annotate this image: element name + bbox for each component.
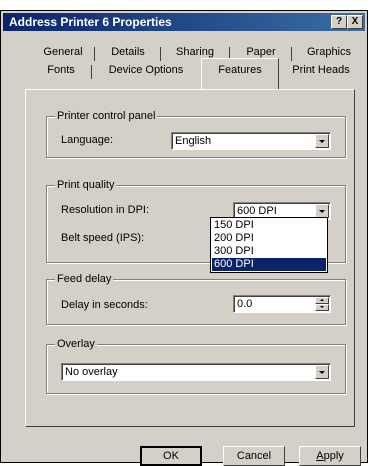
delay-label: Delay in seconds:	[61, 299, 148, 311]
spin-down-icon[interactable]	[315, 304, 329, 311]
cancel-button[interactable]: Cancel	[223, 446, 285, 466]
feed-delay-group: Feed delay Delay in seconds: 0.0	[46, 273, 346, 325]
language-select[interactable]: English	[171, 132, 331, 150]
dropdown-arrow-icon[interactable]	[315, 365, 329, 379]
close-button[interactable]: X	[347, 15, 363, 29]
tab-details[interactable]: Details	[105, 44, 151, 62]
group-legend: Feed delay	[55, 273, 114, 285]
tab-separator	[160, 47, 161, 61]
overlay-select[interactable]: No overlay	[61, 363, 331, 381]
group-legend: Print quality	[55, 179, 117, 191]
resolution-dropdown-list: 150 DPI 200 DPI 300 DPI 600 DPI	[210, 217, 328, 273]
dropdown-option[interactable]: 150 DPI	[212, 219, 326, 232]
title-bar[interactable]: Address Printer 6 Properties ? X	[3, 13, 365, 31]
tab-general[interactable]: General	[39, 44, 87, 62]
group-legend: Overlay	[55, 338, 97, 350]
apply-button[interactable]: Apply	[299, 446, 361, 466]
language-label: Language:	[61, 134, 113, 146]
tab-graphics[interactable]: Graphics	[301, 44, 357, 62]
properties-dialog: Address Printer 6 Properties ? X General…	[0, 10, 368, 466]
tab-fonts[interactable]: Fonts	[39, 62, 83, 80]
spinner-buttons[interactable]	[315, 297, 329, 311]
printer-control-panel-group: Printer control panel Language: English	[46, 110, 346, 158]
language-value: English	[175, 135, 212, 147]
overlay-group: Overlay No overlay	[46, 338, 346, 394]
dropdown-option[interactable]: 200 DPI	[212, 232, 326, 245]
window-title: Address Printer 6 Properties	[9, 15, 172, 29]
tab-device-options[interactable]: Device Options	[101, 62, 191, 80]
resolution-label: Resolution in DPI:	[61, 204, 150, 216]
dropdown-arrow-icon[interactable]	[315, 204, 329, 218]
tab-separator	[291, 47, 292, 61]
dropdown-option[interactable]: 300 DPI	[212, 245, 326, 258]
tab-separator	[94, 47, 95, 61]
group-legend: Printer control panel	[55, 110, 158, 122]
ok-button[interactable]: OK	[140, 446, 202, 466]
tab-features[interactable]: Features	[201, 58, 279, 90]
delay-spinner[interactable]: 0.0	[233, 295, 331, 313]
help-button[interactable]: ?	[331, 15, 347, 29]
dropdown-option-selected[interactable]: 600 DPI	[212, 258, 326, 271]
delay-value: 0.0	[237, 298, 253, 310]
dropdown-arrow-icon[interactable]	[315, 134, 329, 148]
spin-up-icon[interactable]	[315, 297, 329, 304]
tab-print-heads[interactable]: Print Heads	[285, 62, 357, 80]
overlay-value: No overlay	[65, 366, 118, 378]
belt-speed-label: Belt speed (IPS):	[61, 232, 145, 244]
resolution-value: 600 DPI	[237, 205, 277, 217]
tab-separator	[91, 65, 92, 79]
